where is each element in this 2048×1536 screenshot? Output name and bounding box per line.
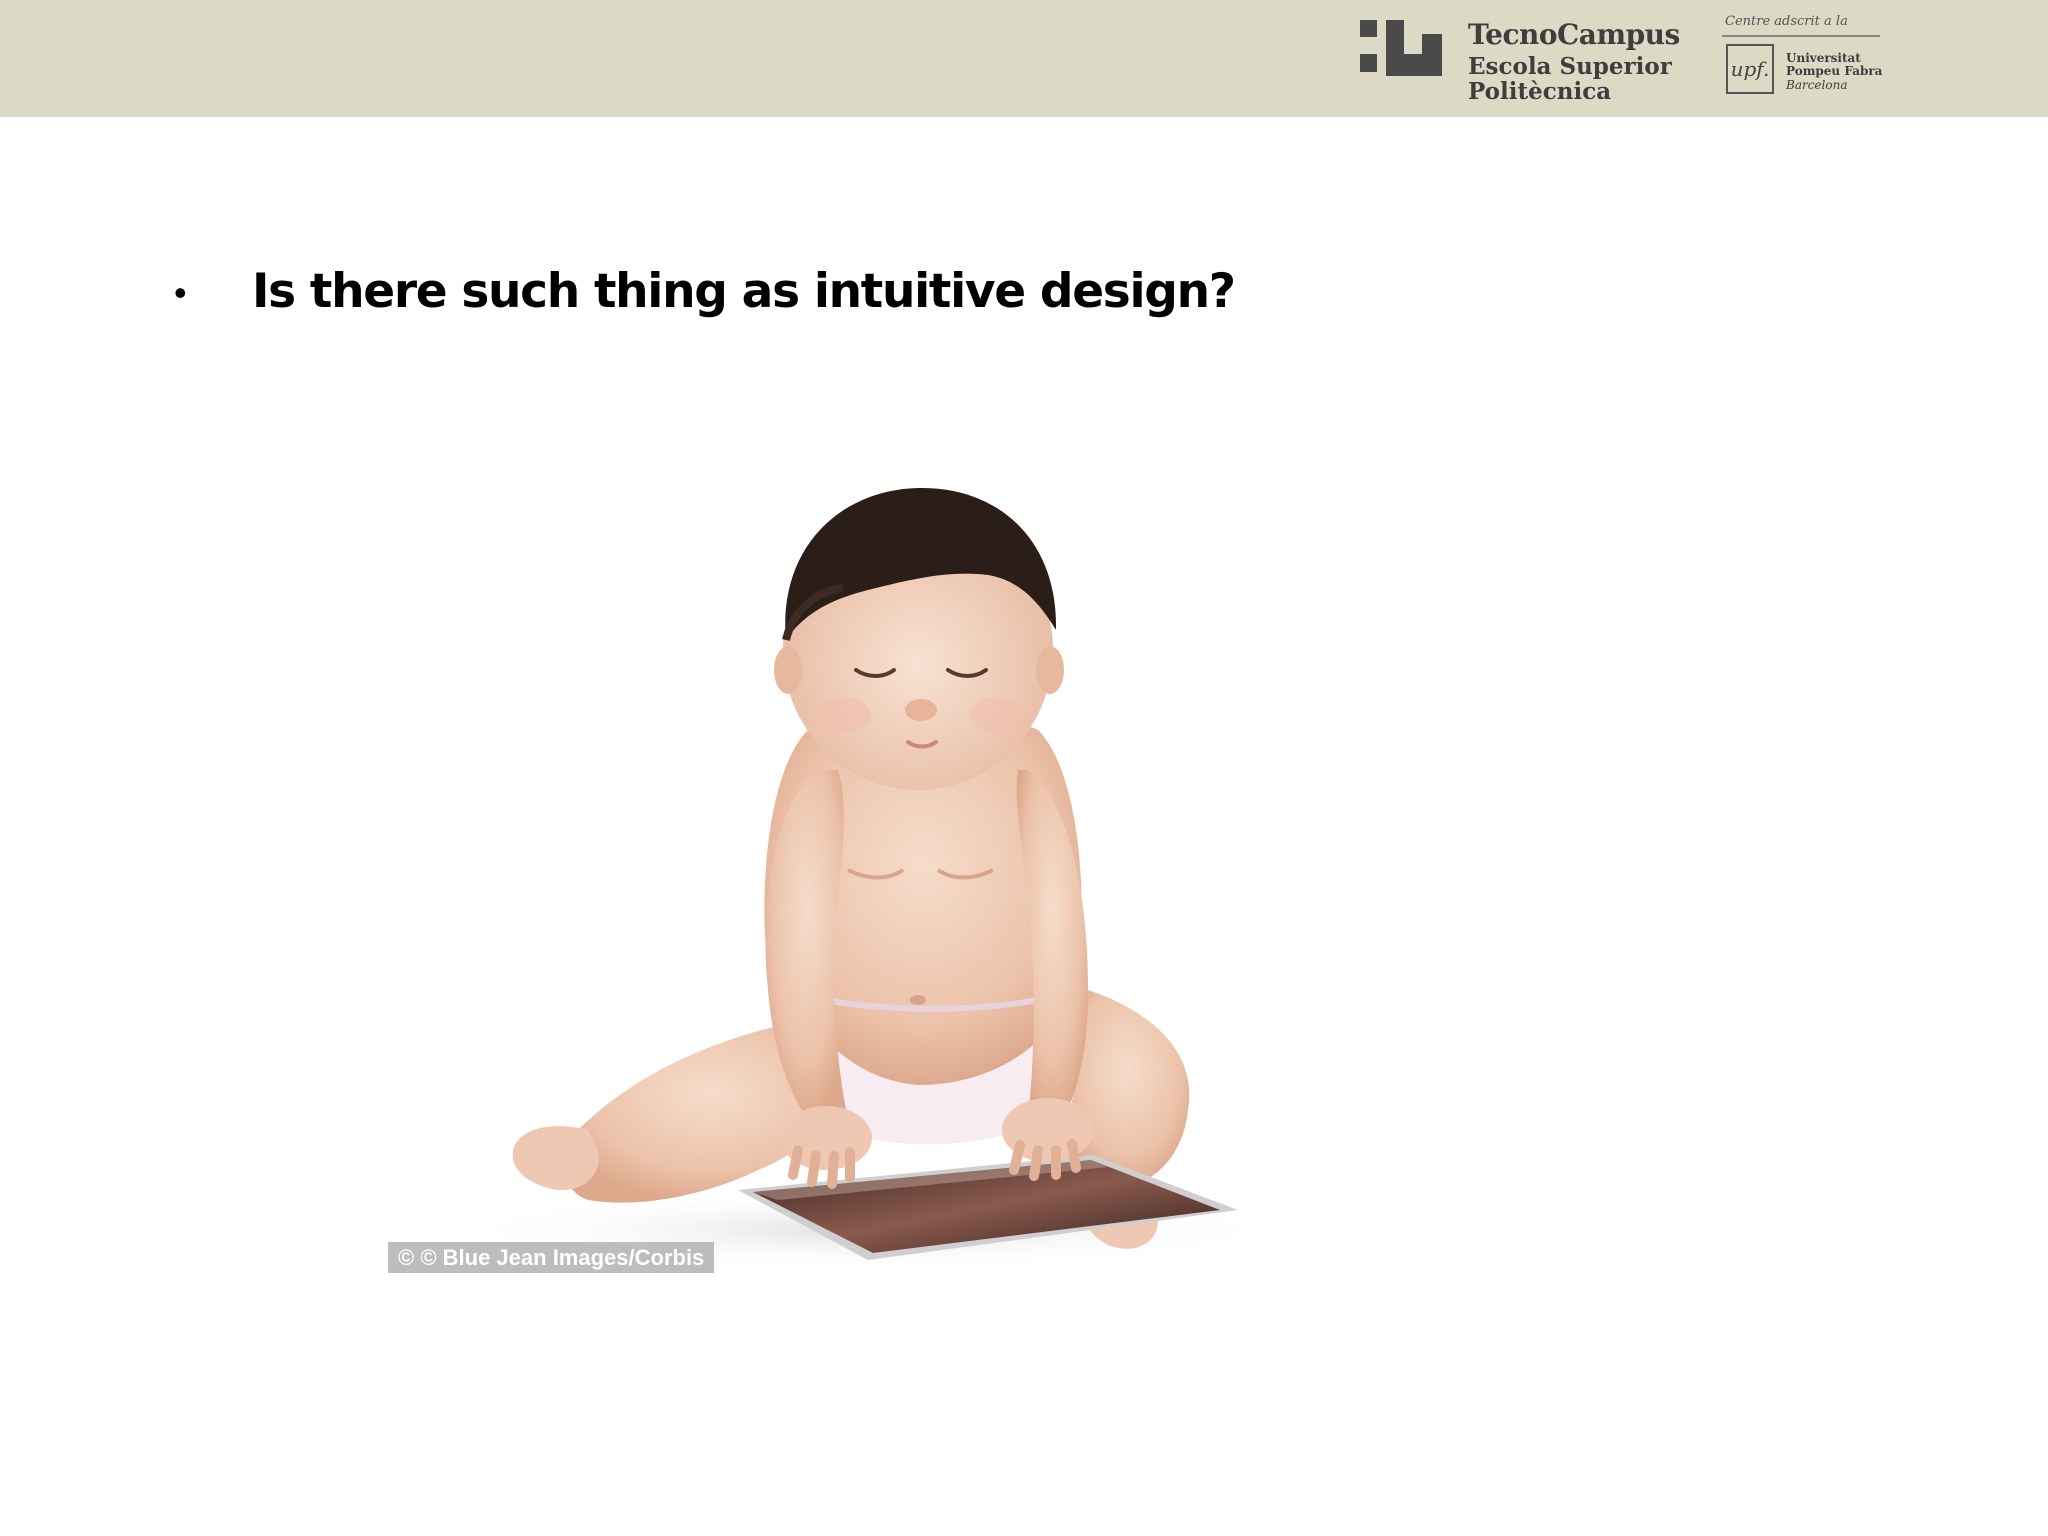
- upf-line3: Barcelona: [1786, 77, 1848, 92]
- upf-names: Universitat Pompeu Fabra Barcelona: [1786, 51, 1883, 92]
- photo-credit: © © Blue Jean Images/Corbis: [388, 1242, 715, 1273]
- baby-illustration: [448, 487, 1288, 1270]
- tecnocampus-line3: Politècnica: [1468, 78, 1612, 105]
- bullet-icon: •: [174, 272, 187, 313]
- upf-line1: Universitat: [1786, 51, 1861, 65]
- tecnocampus-logo: TecnoCampus Escola Superior Politècnica: [1360, 20, 1710, 105]
- slide: TecnoCampus Escola Superior Politècnica …: [0, 0, 2048, 1536]
- bullet-text: Is there such thing as intuitive design?: [252, 264, 1236, 319]
- upf-line2: Pompeu Fabra: [1786, 64, 1883, 79]
- baby-tablet-photo: © © Blue Jean Images/Corbis: [388, 470, 1360, 1275]
- upf-mark-icon: upf.: [1726, 44, 1774, 94]
- header-band: TecnoCampus Escola Superior Politècnica …: [0, 0, 2048, 117]
- upf-divider: [1722, 35, 1880, 37]
- tecnocampus-name: TecnoCampus: [1468, 18, 1680, 51]
- tecnocampus-mark-icon: [1360, 20, 1442, 76]
- tecnocampus-line2: Escola Superior: [1468, 53, 1672, 80]
- upf-caption: Centre adscrit a la: [1725, 14, 1848, 29]
- tecnocampus-wordmark: TecnoCampus Escola Superior Politècnica: [1468, 18, 1680, 105]
- upf-logo: Centre adscrit a la upf. Universitat Pom…: [1722, 14, 1882, 104]
